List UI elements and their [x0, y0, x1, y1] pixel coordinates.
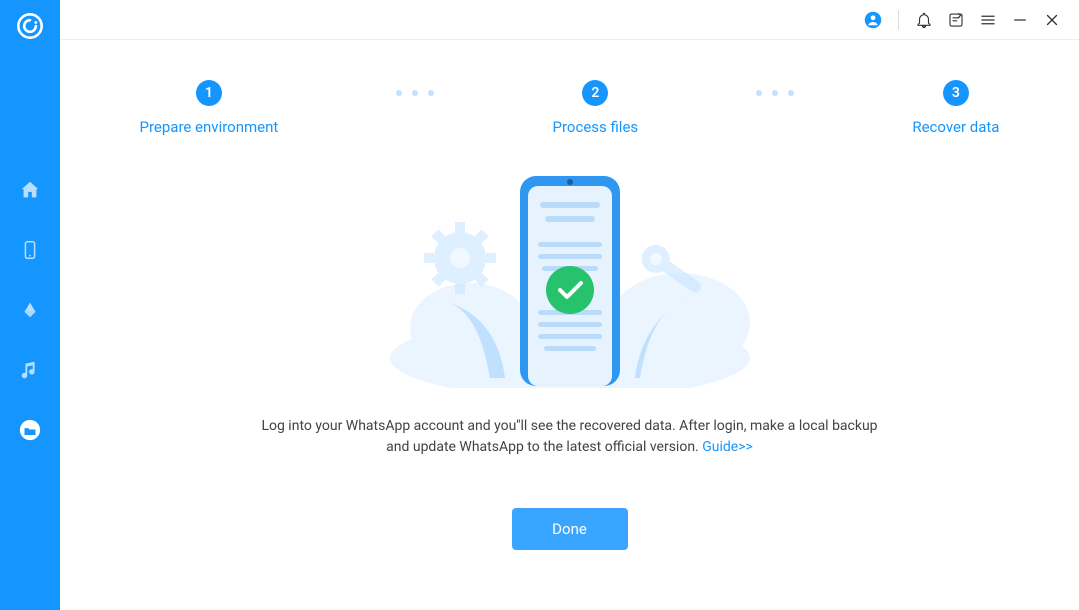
- step-separator: [396, 90, 434, 96]
- feedback-icon[interactable]: [947, 11, 965, 29]
- step-separator: [756, 90, 794, 96]
- sidebar-item-music[interactable]: [0, 340, 60, 400]
- close-icon[interactable]: [1043, 11, 1061, 29]
- menu-icon[interactable]: [979, 11, 997, 29]
- content: 1 Prepare environment 2 Process files 3 …: [60, 40, 1079, 610]
- done-button[interactable]: Done: [512, 508, 628, 550]
- minimize-icon[interactable]: [1011, 11, 1029, 29]
- step-recover: 3 Recover data: [912, 80, 999, 136]
- titlebar: [60, 0, 1079, 40]
- guide-link[interactable]: Guide>>: [702, 439, 753, 455]
- step-number: 1: [196, 80, 222, 106]
- progress-steps: 1 Prepare environment 2 Process files 3 …: [140, 80, 1000, 136]
- user-account-icon[interactable]: [864, 11, 882, 29]
- sidebar-item-cloud[interactable]: [0, 280, 60, 340]
- step-number: 3: [943, 80, 969, 106]
- step-process: 2 Process files: [553, 80, 639, 136]
- instruction-text: Log into your WhatsApp account and you''…: [260, 416, 880, 458]
- step-label: Recover data: [912, 118, 999, 136]
- instruction-body: Log into your WhatsApp account and you''…: [261, 418, 877, 455]
- step-label: Process files: [553, 118, 639, 136]
- bell-icon[interactable]: [915, 11, 933, 29]
- sidebar: [0, 0, 60, 610]
- sidebar-item-device[interactable]: [0, 220, 60, 280]
- success-illustration: [390, 168, 750, 388]
- sidebar-item-folder[interactable]: [0, 400, 60, 460]
- step-label: Prepare environment: [140, 118, 279, 136]
- sidebar-item-home[interactable]: [0, 160, 60, 220]
- step-prepare: 1 Prepare environment: [140, 80, 279, 136]
- divider: [898, 10, 899, 30]
- step-number: 2: [582, 80, 608, 106]
- app-logo: [16, 12, 44, 40]
